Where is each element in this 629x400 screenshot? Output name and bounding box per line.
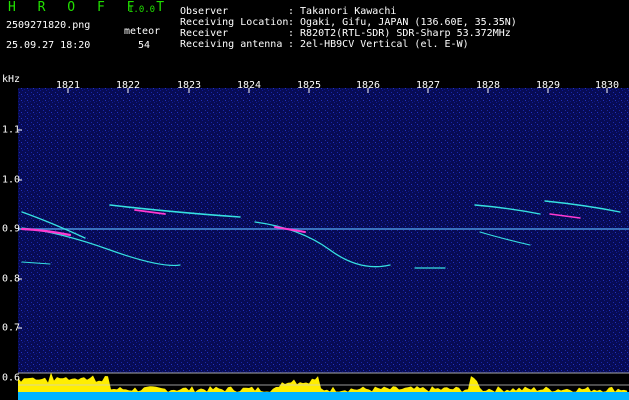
spectrogram-canvas <box>18 88 629 400</box>
y-tick-0-7: 0.7 <box>2 322 21 334</box>
spectrum-background <box>18 88 629 373</box>
y-tick-0-6: 0.6 <box>2 372 21 384</box>
x-tick-1823: 1823 <box>176 80 202 91</box>
x-tick-1824: 1824 <box>236 80 262 91</box>
x-tick-1825: 1825 <box>296 80 322 91</box>
signal-level-graph <box>18 372 629 400</box>
level-baseline-band <box>18 392 629 400</box>
x-tick-1826: 1826 <box>355 80 381 91</box>
x-tick-1827: 1827 <box>415 80 441 91</box>
y-tick-0-8: 0.8 <box>2 273 21 285</box>
y-tick-1-1: 1.1 <box>2 124 21 136</box>
x-tick-1830: 1830 <box>594 80 620 91</box>
x-tick-1829: 1829 <box>535 80 561 91</box>
axis-unit: kHz <box>2 74 21 85</box>
x-tick-1821: 1821 <box>55 80 81 91</box>
x-tick-1822: 1822 <box>115 80 141 91</box>
y-tick-0-9: 0.9 <box>2 223 21 235</box>
x-tick-1828: 1828 <box>475 80 501 91</box>
y-tick-1-0: 1.0 <box>2 174 21 186</box>
